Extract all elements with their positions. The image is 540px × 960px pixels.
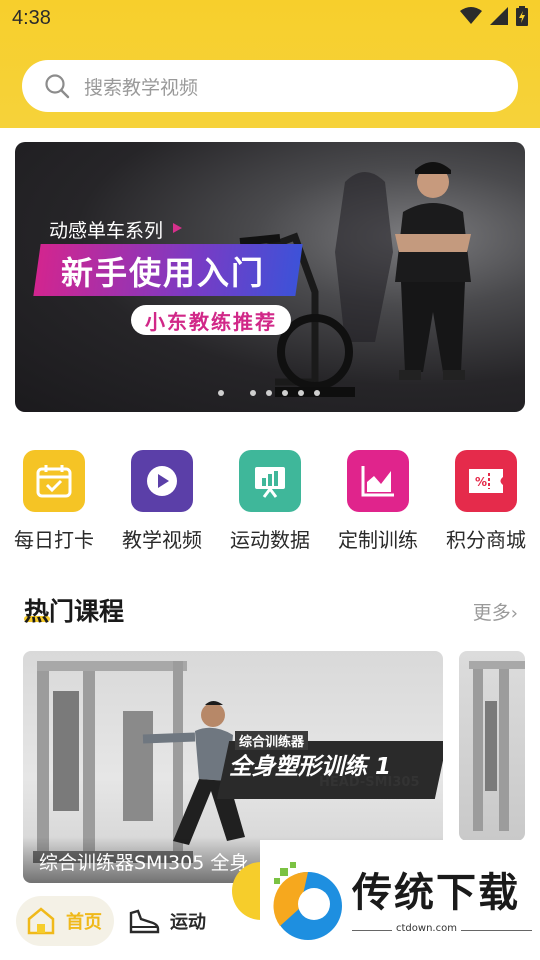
quick-item-label: 定制训练 <box>338 528 418 552</box>
chart-board-icon <box>239 450 301 512</box>
svg-text:%: % <box>475 475 487 489</box>
quick-item-daily-checkin[interactable]: 每日打卡 <box>4 450 104 553</box>
quick-item-label: 每日打卡 <box>14 528 94 552</box>
watermark-text: 传统下载 <box>352 870 520 916</box>
quick-item-teaching-video[interactable]: 教学视频 <box>112 450 212 553</box>
quick-item-label: 积分商城 <box>446 528 526 552</box>
banner-arrow-icon <box>173 223 182 233</box>
quick-item-sport-data[interactable]: 运动数据 <box>220 450 320 553</box>
quick-item-label: 运动数据 <box>230 528 310 552</box>
status-icons <box>460 6 528 26</box>
sneaker-icon <box>129 909 160 934</box>
nav-sport-label: 运动 <box>170 912 206 933</box>
quick-item-points-mall[interactable]: % 积分商城 <box>436 450 536 553</box>
search-placeholder: 搜索教学视频 <box>84 76 199 99</box>
calendar-check-icon <box>23 450 85 512</box>
course-card-image <box>469 661 525 831</box>
search-icon <box>45 74 70 99</box>
carousel-dot[interactable] <box>314 390 320 396</box>
signal-icon <box>490 7 508 25</box>
banner-title: 新手使用入门 <box>61 254 266 292</box>
status-bar: 4:38 <box>0 0 540 38</box>
search-input[interactable]: 搜索教学视频 <box>22 60 518 112</box>
quick-item-custom-training[interactable]: 定制训练 <box>328 450 428 553</box>
area-chart-icon <box>347 450 409 512</box>
chevron-right-icon: › <box>510 603 518 624</box>
nav-sport[interactable]: 运动 <box>128 896 206 946</box>
course-card[interactable] <box>459 651 525 841</box>
section-title: 热门课程 <box>24 597 125 626</box>
wifi-icon <box>460 7 482 24</box>
quick-menu: 每日打卡 教学视频 运动数据 定制训练 % 积分商城 <box>0 450 540 560</box>
carousel-dot[interactable] <box>266 390 272 396</box>
nav-home[interactable]: 首页 <box>16 896 114 946</box>
nav-home-label: 首页 <box>66 912 102 933</box>
watermark-url: ctdown.com <box>392 923 461 934</box>
carousel-dot[interactable] <box>250 390 256 396</box>
home-icon <box>27 907 55 935</box>
coupon-icon: % <box>455 450 517 512</box>
more-link[interactable]: 更多› <box>473 598 518 625</box>
course-image-model: HEAD-SMI305 <box>319 775 420 790</box>
battery-icon <box>516 6 528 26</box>
watermark-logo-icon <box>273 862 342 940</box>
carousel-indicator <box>218 390 320 396</box>
play-icon <box>131 450 193 512</box>
banner-tag: 小东教练推荐 <box>145 310 277 334</box>
status-time: 4:38 <box>12 7 51 29</box>
quick-item-label: 教学视频 <box>122 528 202 552</box>
carousel-dot[interactable] <box>218 390 224 396</box>
carousel-dot[interactable] <box>298 390 304 396</box>
watermark: 传统下载 ctdown.com <box>260 840 540 960</box>
carousel-dot[interactable] <box>282 390 288 396</box>
more-link-label: 更多 <box>472 602 511 624</box>
banner-subtitle: 动感单车系列 <box>49 220 164 242</box>
course-title: 综合训练器SMI305 全身 <box>39 852 249 874</box>
header: 4:38 搜索教学视频 <box>0 0 540 128</box>
banner-carousel[interactable]: 动感单车系列 新手使用入门 小东教练推荐 <box>15 142 525 412</box>
